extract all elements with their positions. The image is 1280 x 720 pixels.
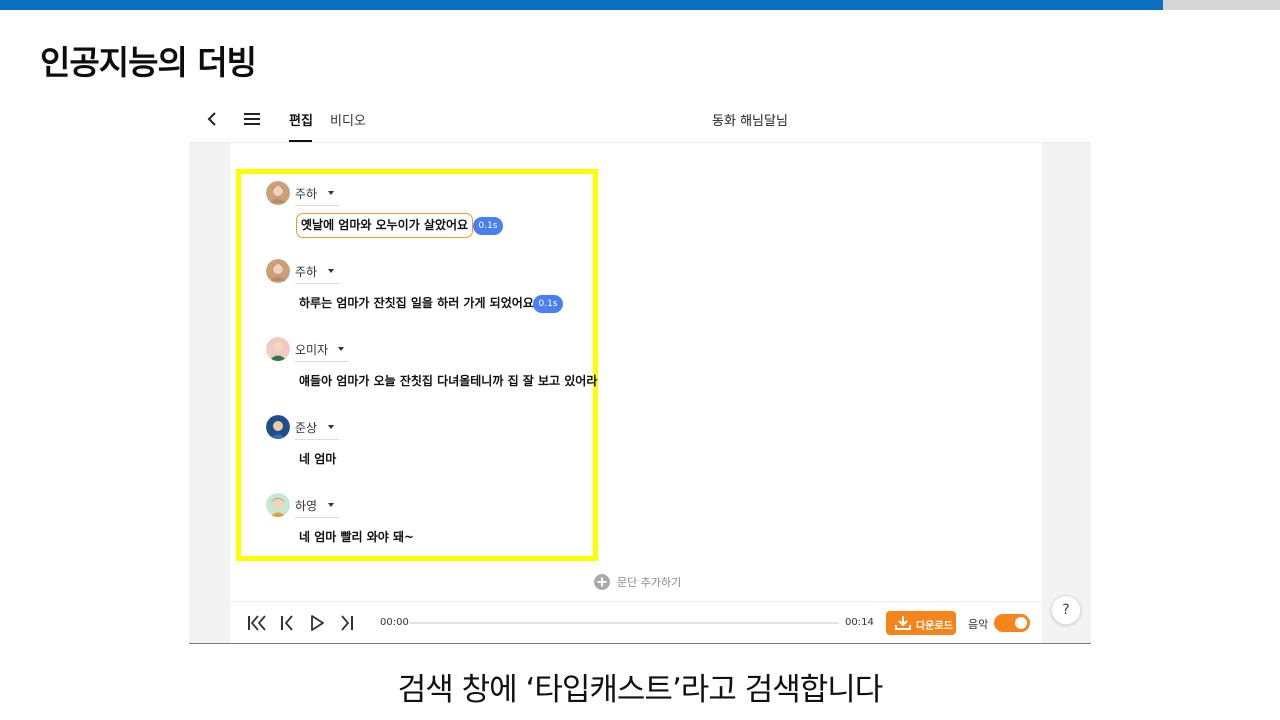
download-icon bbox=[895, 616, 911, 630]
script-line-text[interactable]: 옛날에 엄마와 오누이가 살았어요 bbox=[296, 213, 474, 238]
dropdown-caret-icon[interactable] bbox=[328, 503, 334, 507]
script-line-text[interactable]: 하루는 엄마가 잔칫집 일을 하러 가게 되었어요 bbox=[296, 291, 537, 316]
dropdown-caret-icon[interactable] bbox=[328, 269, 334, 273]
add-paragraph-label: 문단 추가하기 bbox=[617, 576, 682, 589]
speaker-name[interactable]: 준상 bbox=[295, 419, 317, 436]
plus-circle-icon bbox=[594, 574, 610, 590]
avatar bbox=[266, 181, 290, 205]
slide-title: 인공지능의 더빙 bbox=[40, 43, 257, 82]
progress-slider[interactable] bbox=[409, 622, 839, 624]
top-accent-bar-gray bbox=[1163, 0, 1280, 10]
dropdown-caret-icon[interactable] bbox=[328, 191, 334, 195]
previous-icon[interactable] bbox=[278, 613, 296, 633]
document-title: 동화 해님달님 bbox=[712, 114, 788, 129]
divider bbox=[295, 517, 339, 518]
active-tab-indicator bbox=[289, 140, 312, 142]
divider bbox=[295, 283, 339, 284]
dropdown-caret-icon[interactable] bbox=[328, 425, 334, 429]
script-line-text[interactable]: 네 엄마 빨리 와야 돼~ bbox=[296, 525, 417, 550]
total-time: 00:14 bbox=[845, 617, 874, 628]
avatar bbox=[266, 493, 290, 517]
editor-header: 편집 비디오 동화 해님달님 bbox=[189, 96, 1091, 143]
divider bbox=[295, 439, 339, 440]
current-time: 00:00 bbox=[380, 617, 409, 628]
pause-badge[interactable]: 0.1s bbox=[533, 295, 563, 313]
top-accent-bar bbox=[0, 0, 1163, 10]
pause-badge[interactable]: 0.1s bbox=[473, 217, 503, 235]
download-button[interactable]: 다운로드 bbox=[886, 611, 956, 635]
dropdown-caret-icon[interactable] bbox=[338, 347, 344, 351]
player-bar: 00:00 00:14 다운로드 음악 bbox=[230, 601, 1042, 643]
avatar bbox=[266, 415, 290, 439]
script-line-text[interactable]: 얘들아 엄마가 오늘 잔칫집 다녀올테니까 집 잘 보고 있어라 bbox=[296, 369, 600, 394]
divider bbox=[295, 361, 349, 362]
divider bbox=[295, 205, 339, 206]
slide-caption: 검색 창에 ‘타입캐스트’라고 검색합니다 bbox=[397, 672, 884, 708]
download-label: 다운로드 bbox=[916, 621, 953, 632]
script-line-text[interactable]: 네 엄마 bbox=[296, 447, 339, 472]
help-button[interactable]: ? bbox=[1051, 595, 1081, 625]
toggle-knob bbox=[1015, 617, 1027, 629]
speaker-name[interactable]: 주하 bbox=[295, 263, 317, 280]
avatar bbox=[266, 259, 290, 283]
music-label: 음악 bbox=[968, 618, 989, 631]
divider bbox=[189, 643, 1091, 644]
avatar bbox=[266, 337, 290, 361]
speaker-name[interactable]: 오미자 bbox=[295, 341, 328, 358]
speaker-name[interactable]: 하영 bbox=[295, 497, 317, 514]
play-icon[interactable] bbox=[308, 613, 326, 633]
speaker-name[interactable]: 주하 bbox=[295, 185, 317, 202]
next-icon[interactable] bbox=[338, 613, 356, 633]
music-toggle[interactable] bbox=[994, 614, 1030, 632]
skip-to-start-icon[interactable] bbox=[246, 613, 268, 633]
